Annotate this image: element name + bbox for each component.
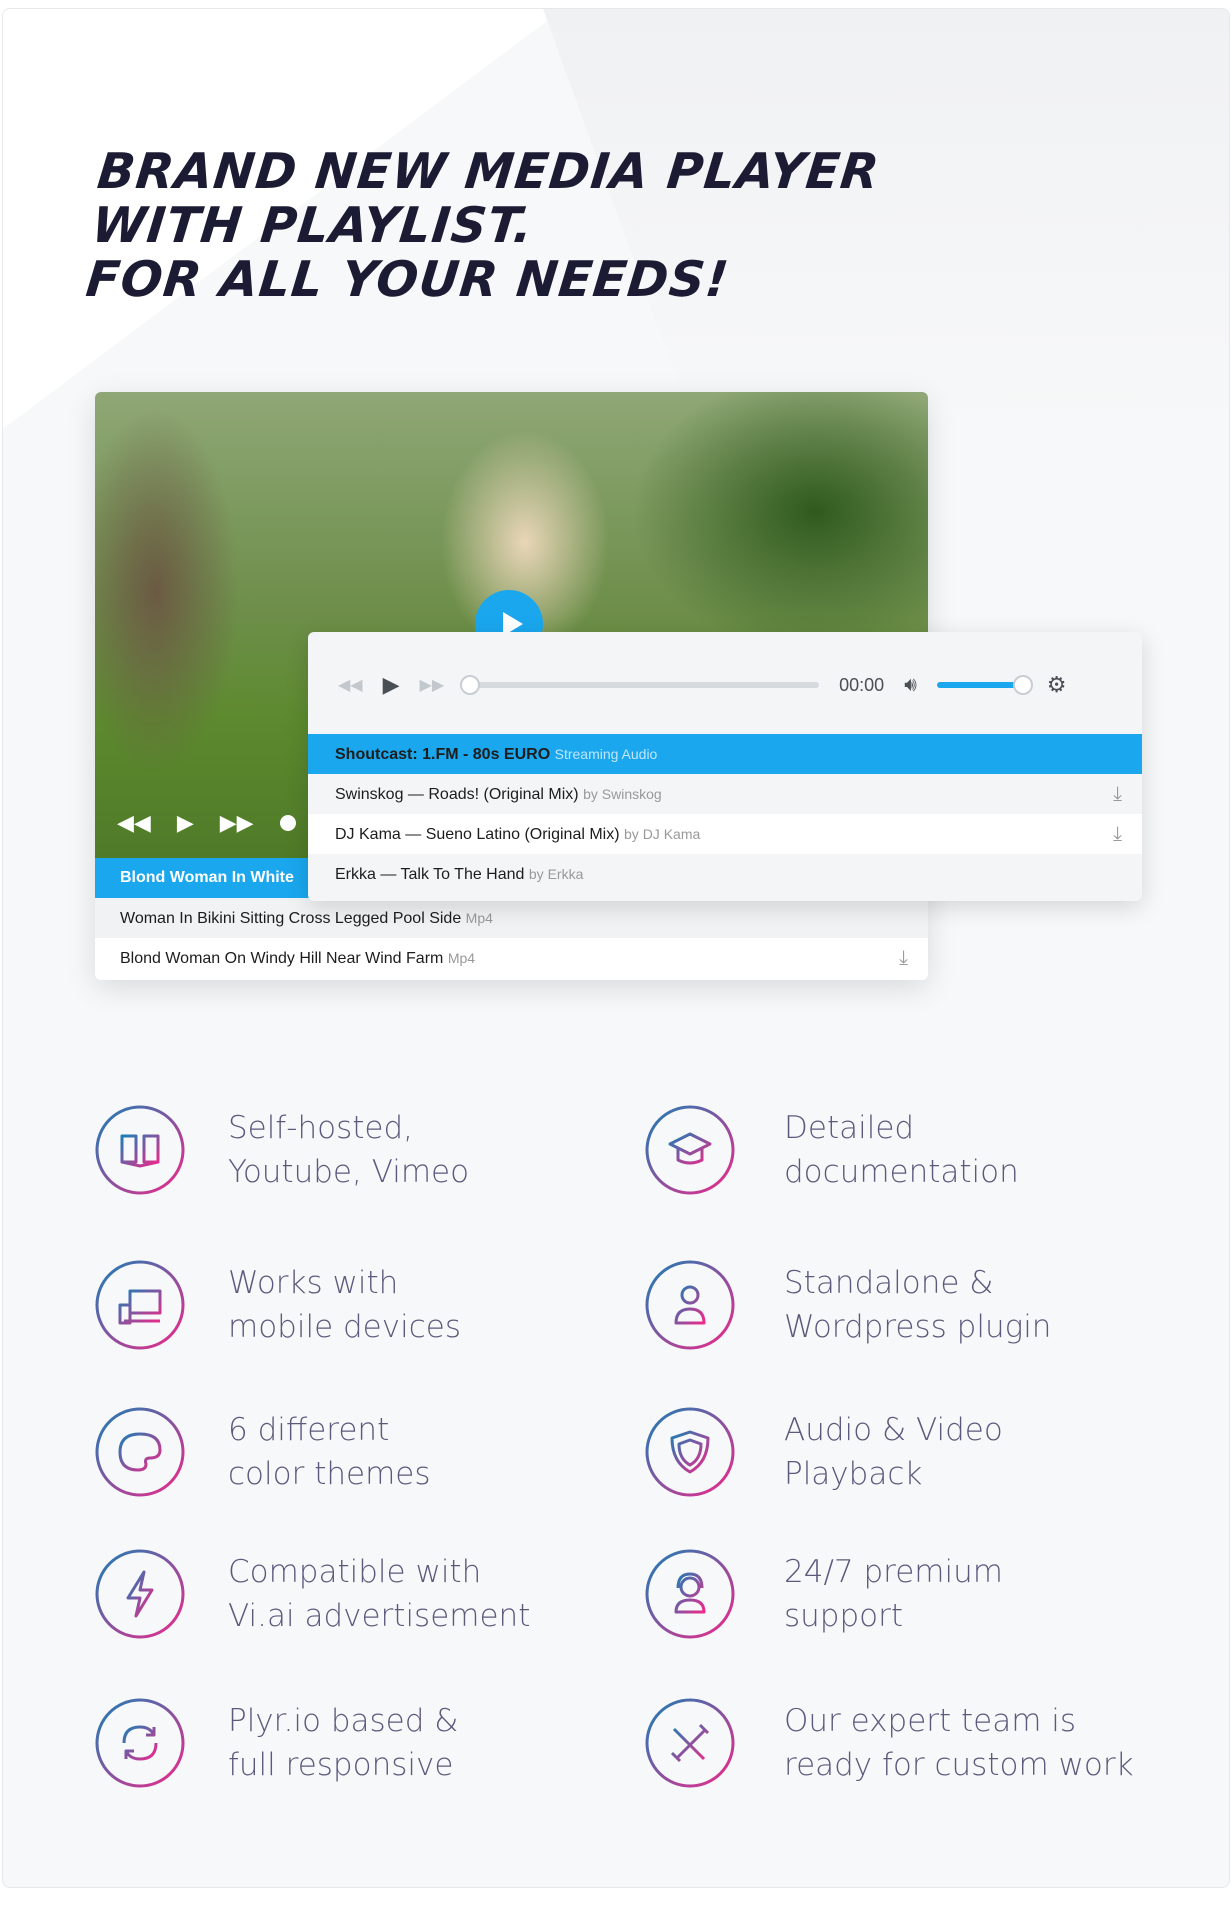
feature-line: Self-hosted, [228,1110,413,1146]
volume-knob[interactable] [1012,675,1033,695]
feature-line: Works with [228,1265,399,1301]
feature-item: Self-hosted, Youtube, Vimeo [94,1104,469,1196]
volume-icon[interactable]: 🔊︎ [904,674,917,697]
rewind-icon[interactable]: ◀◀ [117,810,151,836]
feature-text: 6 different color themes [228,1408,430,1496]
download-icon[interactable]: ⤓ [899,938,908,978]
feature-line: ready for custom work [784,1747,1134,1783]
feature-line: Playback [784,1456,923,1492]
video-controls: ◀◀ ▶ ▶▶ [117,810,296,836]
feature-item: 24/7 premium support [644,1548,1003,1640]
playlist-item[interactable]: Woman In Bikini Sitting Cross Legged Poo… [95,898,928,938]
feature-text: Plyr.io based & full responsive [228,1699,458,1787]
feature-item: Audio & Video Playback [644,1406,1003,1498]
feature-line: full responsive [228,1747,454,1783]
feature-line: Standalone & [784,1265,994,1301]
item-subtitle: Streaming Audio [554,746,658,762]
book-icon [94,1104,186,1196]
item-subtitle: by DJ Kama [624,826,701,842]
feature-text: Works with mobile devices [228,1261,461,1349]
headset-icon [644,1548,736,1640]
item-format: Mp4 [465,910,493,926]
feature-text: Audio & Video Playback [784,1408,1003,1496]
feature-text: 24/7 premium support [784,1550,1003,1638]
item-title: Woman In Bikini Sitting Cross Legged Poo… [120,910,462,927]
feature-line: Audio & Video [784,1412,1003,1448]
item-title: Shoutcast: 1.FM - 80s EURO [335,746,551,763]
audio-controls: ◀◀ ▶ ▶▶ 00:00 🔊︎ ⚙ [338,668,1118,702]
feature-text: Self-hosted, Youtube, Vimeo [228,1106,469,1194]
feature-line: documentation [784,1154,1019,1190]
feature-text: Our expert team is ready for custom work [784,1699,1134,1787]
gear-icon[interactable]: ⚙ [1047,672,1067,698]
fast-forward-icon[interactable]: ▶▶ [420,675,445,695]
item-format: Mp4 [447,950,476,966]
feature-line: 24/7 premium [784,1554,1003,1590]
feature-line: Vi.ai advertisement [228,1598,531,1634]
feature-line: Youtube, Vimeo [228,1154,470,1190]
palette-icon [94,1406,186,1498]
feature-item: 6 different color themes [94,1406,430,1498]
download-icon[interactable]: ⤓ [1113,814,1122,854]
graduation-cap-icon [644,1104,736,1196]
feature-line: Wordpress plugin [784,1309,1052,1345]
play-icon[interactable]: ▶ [177,810,194,836]
user-icon [644,1259,736,1351]
feature-line: Our expert team is [784,1703,1077,1739]
lightning-icon [94,1548,186,1640]
feature-item: Plyr.io based & full responsive [94,1697,458,1789]
feature-line: support [784,1598,904,1634]
playlist-item[interactable]: Swinskog — Roads! (Original Mix) by Swin… [308,774,1142,814]
playlist-item[interactable]: DJ Kama — Sueno Latino (Original Mix) by… [308,814,1142,854]
tools-icon [644,1697,736,1789]
playlist-item[interactable]: Erkka — Talk To The Hand by Erkka [308,854,1142,894]
item-title: Blond Woman On Windy Hill Near Wind Farm [120,950,444,967]
item-subtitle: by Erkka [528,866,584,882]
time-display: 00:00 [839,674,885,695]
item-title: Erkka — Talk To The Hand [335,866,525,883]
download-icon[interactable]: ⤓ [1113,774,1122,814]
volume-slider[interactable] [936,675,1033,695]
shield-icon [644,1406,736,1498]
item-title: DJ Kama — Sueno Latino (Original Mix) [335,826,620,843]
headline-line: FOR ALL YOUR NEEDS! [83,251,732,308]
feature-text: Compatible with Vi.ai advertisement [228,1550,530,1638]
playlist-item[interactable]: Blond Woman On Windy Hill Near Wind Farm… [95,938,928,980]
item-subtitle: by Swinskog [583,786,662,802]
refresh-icon [94,1697,186,1789]
play-icon[interactable]: ▶ [383,672,400,698]
feature-line: Plyr.io based & [228,1703,459,1739]
feature-text: Standalone & Wordpress plugin [784,1261,1051,1349]
feature-item: Compatible with Vi.ai advertisement [94,1548,530,1640]
feature-item: Detailed documentation [644,1104,1019,1196]
feature-line: color themes [228,1456,431,1492]
feature-item: Standalone & Wordpress plugin [644,1259,1051,1351]
audio-player: ◀◀ ▶ ▶▶ 00:00 🔊︎ ⚙ Shoutcast: 1.FM - 80s… [308,632,1142,901]
feature-line: Compatible with [228,1554,482,1590]
feature-item: Our expert team is ready for custom work [644,1697,1134,1789]
progress-knob[interactable] [279,815,296,831]
devices-icon [94,1259,186,1351]
feature-line: mobile devices [228,1309,461,1345]
feature-item: Works with mobile devices [94,1259,461,1351]
feature-line: 6 different [228,1412,390,1448]
fast-forward-icon[interactable]: ▶▶ [220,810,254,836]
headline-line: WITH PLAYLIST. [89,197,537,254]
playlist-item[interactable]: Shoutcast: 1.FM - 80s EURO Streaming Aud… [308,734,1142,774]
headline: BRAND NEW MEDIA PLAYER WITH PLAYLIST. FO… [83,143,883,308]
item-title: Swinskog — Roads! (Original Mix) [335,786,579,803]
item-title: Blond Woman In White [120,869,294,886]
progress-knob[interactable] [460,675,481,695]
feature-text: Detailed documentation [784,1106,1019,1194]
rewind-icon[interactable]: ◀◀ [338,675,363,695]
headline-line: BRAND NEW MEDIA PLAYER [94,143,883,200]
progress-bar[interactable] [460,675,820,695]
feature-line: Detailed [784,1110,915,1146]
